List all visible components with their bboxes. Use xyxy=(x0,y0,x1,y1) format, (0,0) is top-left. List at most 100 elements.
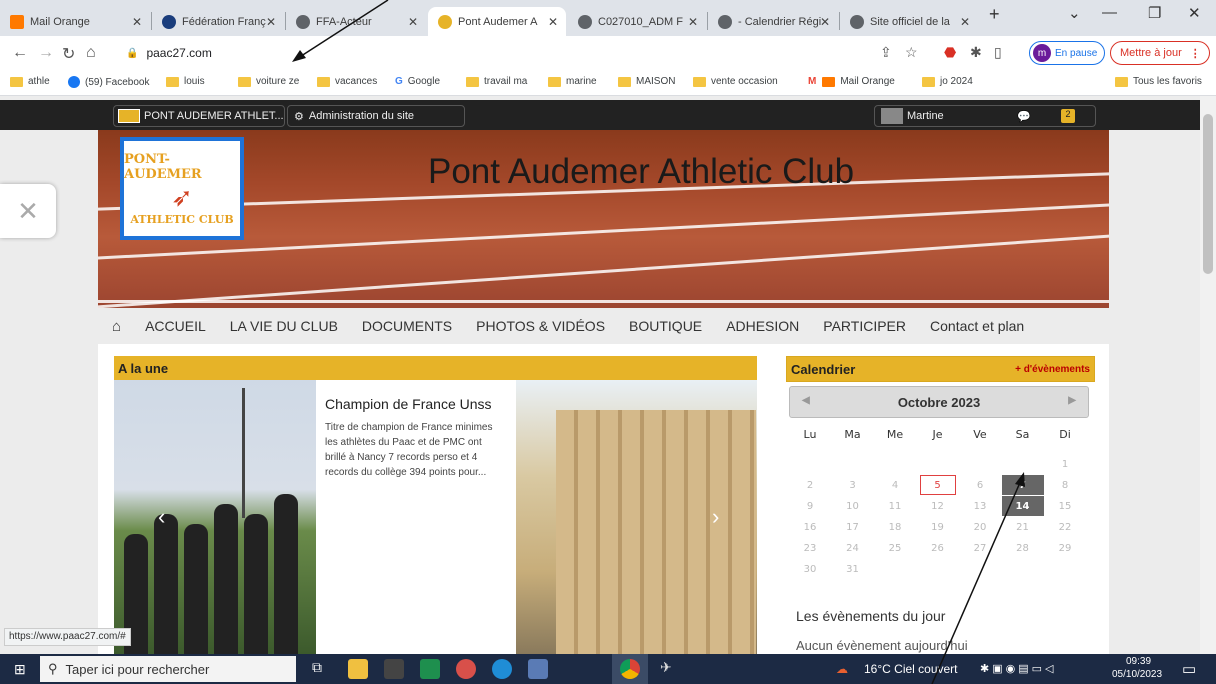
tab-site-officiel[interactable]: Site officiel de la ✕ xyxy=(840,7,978,36)
home-icon[interactable]: ⌂ xyxy=(86,44,96,62)
bookmark-facebook[interactable]: (59) Facebook xyxy=(68,76,149,88)
bookmark-google[interactable]: G Google xyxy=(395,76,440,87)
close-icon[interactable]: ✕ xyxy=(960,15,970,29)
calendar-day[interactable]: 2 xyxy=(789,475,831,495)
windows-start-icon[interactable]: ⊞ xyxy=(14,661,26,678)
close-icon[interactable]: ✕ xyxy=(266,15,276,29)
calendar-day[interactable]: 26 xyxy=(917,538,959,558)
calendar-day[interactable]: 18 xyxy=(874,517,916,537)
calendar-day[interactable]: 15 xyxy=(1044,496,1086,516)
calendar-day[interactable]: 17 xyxy=(832,517,874,537)
chrome-taskbar-button[interactable] xyxy=(612,654,648,684)
close-icon[interactable]: ✕ xyxy=(132,15,142,29)
menu-item-adhesion[interactable]: ADHESION xyxy=(714,318,811,334)
reload-icon[interactable]: ↻ xyxy=(62,44,75,64)
calendar-day[interactable]: 6 xyxy=(959,475,1001,495)
calendar-day[interactable]: 28 xyxy=(1002,538,1044,558)
game-icon[interactable] xyxy=(456,659,476,679)
page-scrollbar[interactable] xyxy=(1200,96,1216,654)
weather-text[interactable]: 16°C Ciel couvert xyxy=(864,662,958,676)
home-icon[interactable]: ⌂ xyxy=(98,318,133,335)
media-icon[interactable] xyxy=(384,659,404,679)
restore-button[interactable]: ❐ xyxy=(1148,4,1161,22)
menu-item-contact[interactable]: Contact et plan xyxy=(918,318,1036,334)
spreadsheet-icon[interactable] xyxy=(420,659,440,679)
bookmark-mail-orange[interactable]: M Mail Orange xyxy=(808,76,895,87)
bookmark-travail[interactable]: travail ma xyxy=(466,76,527,87)
calendar-day[interactable]: 7 xyxy=(1001,475,1044,495)
club-logo[interactable]: PONT-AUDEMER ➶ ATHLETIC CLUB xyxy=(120,137,244,240)
menu-item-boutique[interactable]: BOUTIQUE xyxy=(617,318,714,334)
calendar-day[interactable]: 25 xyxy=(874,538,916,558)
calendar-day[interactable]: 9 xyxy=(789,496,831,516)
bookmark-all[interactable]: Tous les favoris xyxy=(1115,76,1202,87)
notification-icon[interactable]: 2 xyxy=(1061,109,1075,123)
calendar-day[interactable]: 22 xyxy=(1044,517,1086,537)
tools-icon[interactable]: ✕ xyxy=(0,184,56,238)
profile-button[interactable]: m En pause xyxy=(1029,41,1105,65)
tab-pont-audemer[interactable]: Pont Audemer A ✕ xyxy=(428,7,566,36)
article-title[interactable]: Champion de France Unss xyxy=(325,396,492,412)
tab-mail-orange[interactable]: Mail Orange ✕ xyxy=(0,7,150,36)
calendar-day[interactable]: 23 xyxy=(789,538,831,558)
chevron-right-icon[interactable]: › xyxy=(712,504,719,530)
chat-icon[interactable]: 💬 xyxy=(1017,110,1031,123)
share-icon[interactable]: ⇪ xyxy=(880,44,892,61)
task-view-icon[interactable]: ⧉ xyxy=(312,659,332,679)
calendar-day[interactable]: 1 xyxy=(1044,454,1086,474)
menu-item-documents[interactable]: DOCUMENTS xyxy=(350,318,464,334)
calendar-day[interactable]: 3 xyxy=(832,475,874,495)
tab-calendrier[interactable]: - Calendrier Régi ✕ xyxy=(708,7,838,36)
calendar-day[interactable]: 31 xyxy=(832,559,874,579)
calendar-day[interactable]: 20 xyxy=(959,517,1001,537)
adblock-icon[interactable]: ⬣ xyxy=(944,44,956,61)
calendar-day[interactable]: 13 xyxy=(959,496,1001,516)
calendar-day[interactable]: 4 xyxy=(874,475,916,495)
calendar-day[interactable]: 21 xyxy=(1002,517,1044,537)
close-icon[interactable]: ✕ xyxy=(408,15,418,29)
notes-icon[interactable] xyxy=(528,659,548,679)
close-icon[interactable]: ✕ xyxy=(820,15,830,29)
article-photo[interactable]: ‹ xyxy=(114,380,316,654)
article-photo[interactable]: › xyxy=(516,380,757,654)
chevron-left-icon[interactable]: ‹ xyxy=(158,504,165,530)
calendar-day[interactable]: 10 xyxy=(832,496,874,516)
calendar-day[interactable]: 19 xyxy=(917,517,959,537)
calendar-day[interactable]: 8 xyxy=(1044,475,1086,495)
notification-center-icon[interactable]: ▭ xyxy=(1182,660,1196,678)
bookmark-jo2024[interactable]: jo 2024 xyxy=(922,76,973,87)
side-panel-icon[interactable]: ▯ xyxy=(994,44,1002,61)
file-explorer-icon[interactable] xyxy=(348,659,368,679)
calendar-day[interactable]: 30 xyxy=(789,559,831,579)
menu-item-vie-du-club[interactable]: LA VIE DU CLUB xyxy=(218,318,350,334)
system-tray-icons[interactable]: ✱▣◉▤▭◁ xyxy=(980,662,1056,675)
prev-month-icon[interactable]: ◀ xyxy=(802,395,810,406)
more-events-link[interactable]: + d'évènements xyxy=(1015,364,1090,375)
edge-icon[interactable] xyxy=(492,659,512,679)
menu-item-accueil[interactable]: ACCUEIL xyxy=(133,318,218,334)
clock-time[interactable]: 09:39 xyxy=(1126,656,1151,667)
back-icon[interactable]: ← xyxy=(12,44,28,62)
admin-site-button[interactable]: PONT AUDEMER ATHLET... xyxy=(113,105,285,127)
forward-icon[interactable]: → xyxy=(38,44,54,62)
bookmark-athle[interactable]: athle xyxy=(10,76,50,87)
bookmark-louis[interactable]: louis xyxy=(166,76,205,87)
tab-ffa-acteur[interactable]: FFA-Acteur ✕ xyxy=(286,7,426,36)
menu-item-photos[interactable]: PHOTOS & VIDÉOS xyxy=(464,318,617,334)
scroll-thumb[interactable] xyxy=(1203,114,1213,274)
calendar-day[interactable]: 12 xyxy=(917,496,959,516)
app-icon[interactable]: ✈ xyxy=(660,659,680,679)
bookmark-vente[interactable]: vente occasion xyxy=(693,76,778,87)
clock-date[interactable]: 05/10/2023 xyxy=(1112,669,1162,680)
admin-dashboard-button[interactable]: ⚙ Administration du site xyxy=(287,105,465,127)
close-window-button[interactable]: ✕ xyxy=(1188,4,1201,22)
calendar-day[interactable]: 5 xyxy=(919,475,956,495)
bookmark-marine[interactable]: marine xyxy=(548,76,597,87)
close-icon[interactable]: ✕ xyxy=(548,15,558,29)
user-menu[interactable]: Martine 💬 2 xyxy=(874,105,1096,127)
close-icon[interactable]: ✕ xyxy=(688,15,698,29)
next-month-icon[interactable]: ▶ xyxy=(1068,395,1076,406)
taskbar-search[interactable]: ⚲ Taper ici pour rechercher xyxy=(40,656,296,682)
url-input[interactable]: 🔒 paac27.com xyxy=(114,40,864,66)
calendar-day[interactable]: 24 xyxy=(832,538,874,558)
